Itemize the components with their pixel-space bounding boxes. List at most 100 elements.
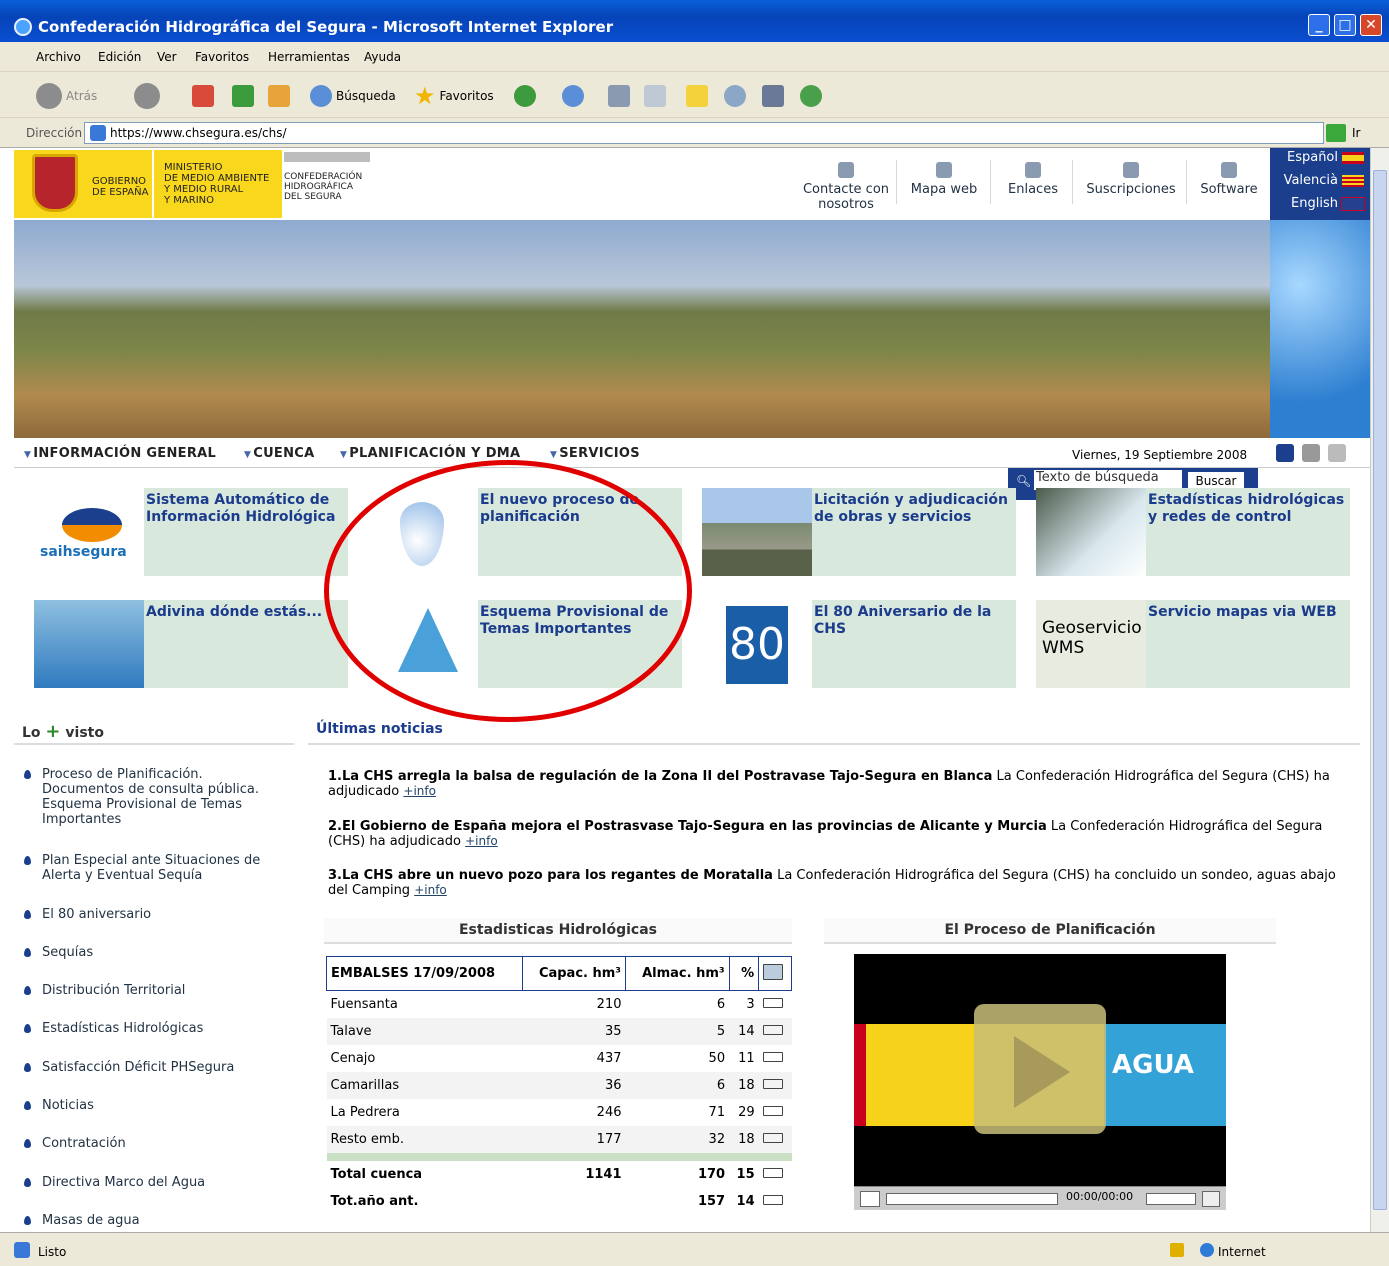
volume-slider[interactable] [1146, 1193, 1196, 1205]
magnifier-icon: 🔍︎ [1016, 474, 1032, 488]
more-info-link[interactable]: +info [414, 883, 447, 897]
government-logo[interactable]: GOBIERNO DE ESPAÑA MINISTERIO DE MEDIO A… [14, 150, 372, 218]
menu-favoritos[interactable]: Favoritos [195, 50, 249, 64]
search-input[interactable]: Texto de búsqueda [1034, 470, 1182, 490]
play-button[interactable] [860, 1191, 880, 1207]
left-link-directiva[interactable]: Directiva Marco del Agua [24, 1175, 282, 1190]
menu-icon[interactable] [1202, 1191, 1220, 1207]
media-button[interactable] [762, 82, 784, 110]
level-icon [762, 1078, 783, 1089]
favorites-button[interactable]: ★ Favoritos [414, 82, 494, 110]
table-row: Talave 35 5 14 [326, 1017, 792, 1045]
refresh-button[interactable] [232, 82, 254, 110]
links-link[interactable]: Enlaces [1000, 162, 1066, 197]
left-link-distribucion[interactable]: Distribución Territorial [24, 983, 282, 998]
nav-cuenca[interactable]: CUENCA [244, 446, 315, 461]
email-page-icon[interactable] [1328, 444, 1346, 462]
left-link-contratacion[interactable]: Contratación [24, 1136, 282, 1151]
edit-button[interactable] [644, 82, 666, 110]
back-button[interactable]: Atrás [36, 82, 97, 110]
address-bar: Dirección https://www.chsegura.es/chs/ I… [0, 118, 1389, 148]
menu-ver[interactable]: Ver [157, 50, 177, 64]
go-label[interactable]: Ir [1352, 126, 1360, 140]
chart-icon[interactable] [758, 956, 792, 991]
maximize-button[interactable]: □ [1334, 14, 1356, 36]
left-link-noticias[interactable]: Noticias [24, 1098, 282, 1113]
tile-mapas-web[interactable]: Geoservicio WMS Servicio mapas via WEB [1036, 600, 1350, 688]
level-icon [762, 1051, 783, 1062]
level-icon [762, 1167, 783, 1178]
nav-informacion-general[interactable]: INFORMACIÓN GENERAL [24, 446, 216, 461]
nav-planificacion[interactable]: PLANIFICACIÓN Y DMA [340, 446, 520, 461]
stop-icon [192, 85, 214, 107]
video-player[interactable]: AGUA 00:00/00:00 [854, 954, 1226, 1210]
scrollbar-thumb[interactable] [1373, 170, 1387, 1210]
globe-icon [1200, 1243, 1214, 1257]
vertical-scrollbar[interactable] [1370, 148, 1389, 1232]
discuss-button[interactable] [686, 82, 708, 110]
lang-valencia[interactable]: Valencià [1270, 171, 1370, 194]
news-item: 3.La CHS abre un nuevo pozo para los reg… [328, 868, 1336, 898]
prev-year-row: Tot.año ant. 157 14 [327, 1188, 792, 1215]
menu-edicion[interactable]: Edición [98, 50, 141, 64]
messenger-button[interactable] [800, 82, 822, 110]
table-row: La Pedrera 246 71 29 [327, 1099, 792, 1126]
left-link-sequias[interactable]: Sequías [24, 945, 282, 960]
search-button[interactable]: Búsqueda [310, 82, 396, 110]
history-button[interactable] [514, 82, 536, 110]
menu-archivo[interactable]: Archivo [36, 50, 81, 64]
nav-servicios[interactable]: SERVICIOS [550, 446, 640, 461]
sitemap-link[interactable]: Mapa web [904, 162, 984, 197]
left-link-plan-sequia[interactable]: Plan Especial ante Situaciones de Alerta… [24, 853, 282, 883]
home-button[interactable] [268, 82, 290, 110]
mail-button[interactable] [562, 82, 584, 110]
tile-licitacion[interactable]: Licitación y adjudicación de obras y ser… [702, 488, 1016, 576]
tile-estadisticas[interactable]: Estadísticas hidrológicas y redes de con… [1036, 488, 1350, 576]
news-headline[interactable]: 1.La CHS arregla la balsa de regulación … [328, 769, 992, 784]
software-link[interactable]: Software [1194, 162, 1264, 197]
level-icon [762, 1105, 783, 1116]
tile-saih[interactable]: saihsegura Sistema Automático de Informa… [34, 488, 348, 576]
window-title: Confederación Hidrográfica del Segura - … [38, 18, 614, 36]
media-icon [762, 85, 784, 107]
research-button[interactable] [724, 82, 746, 110]
tile-adivina[interactable]: Adivina dónde estás... [34, 600, 348, 688]
more-info-link[interactable]: +info [465, 834, 498, 848]
seek-bar[interactable] [886, 1193, 1058, 1205]
forward-icon [134, 83, 160, 109]
search-icon [310, 85, 332, 107]
lang-english[interactable]: English [1270, 194, 1370, 217]
left-link-80[interactable]: El 80 aniversario [24, 907, 282, 922]
current-date: Viernes, 19 Septiembre 2008 [1072, 448, 1248, 462]
more-info-link[interactable]: +info [403, 784, 436, 798]
menu-ayuda[interactable]: Ayuda [364, 50, 401, 64]
print-button[interactable] [608, 82, 630, 110]
minimize-button[interactable]: _ [1308, 14, 1330, 36]
left-link-planificacion[interactable]: Proceso de Planificación. Documentos de … [24, 767, 282, 827]
left-link-masas[interactable]: Masas de agua [24, 1213, 282, 1228]
menu-bar: Archivo Edición Ver Favoritos Herramient… [0, 42, 1389, 72]
mail-icon [562, 85, 584, 107]
lang-espanol[interactable]: Español [1270, 148, 1370, 171]
go-button[interactable] [1326, 124, 1346, 142]
level-icon [762, 1194, 783, 1205]
menu-herramientas[interactable]: Herramientas [268, 50, 350, 64]
news-headline[interactable]: 3.La CHS abre un nuevo pozo para los reg… [328, 868, 773, 883]
left-link-satisfaccion[interactable]: Satisfacción Déficit PHSegura [24, 1060, 282, 1075]
forward-button[interactable] [134, 82, 160, 110]
tile-80-aniversario[interactable]: 80 El 80 Aniversario de la CHS [702, 600, 1016, 688]
news-headline[interactable]: 2.El Gobierno de España mejora el Postra… [328, 819, 1047, 834]
subscriptions-link[interactable]: Suscripciones [1080, 162, 1182, 197]
video-brand: AGUA [1112, 1050, 1194, 1080]
close-button[interactable]: ✕ [1360, 14, 1382, 36]
contact-link[interactable]: Contacte con nosotros [798, 162, 894, 212]
stop-button[interactable] [192, 82, 214, 110]
home-page-icon[interactable] [1276, 444, 1294, 462]
messenger-icon [800, 85, 822, 107]
toolbar: Atrás Búsqueda ★ Favoritos [0, 72, 1389, 118]
status-text: Listo [38, 1245, 67, 1259]
left-link-estadisticas[interactable]: Estadísticas Hidrológicas [24, 1021, 282, 1036]
print-page-icon[interactable] [1302, 444, 1320, 462]
table-row: Fuensanta 210 6 3 [327, 991, 792, 1018]
news-item: 2.El Gobierno de España mejora el Postra… [328, 819, 1323, 849]
